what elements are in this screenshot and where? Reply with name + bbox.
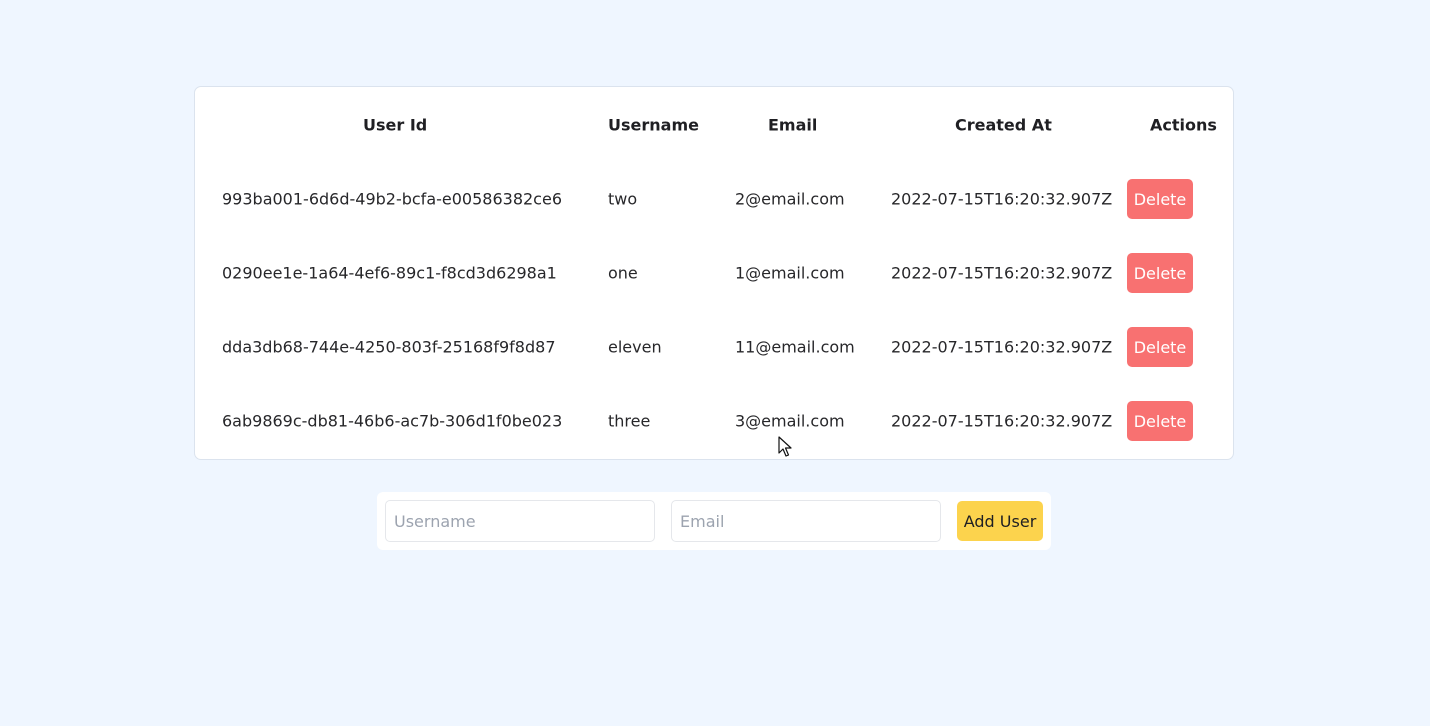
email-input[interactable] (671, 500, 941, 542)
username-cell: one (608, 263, 638, 283)
delete-button[interactable]: Delete (1127, 401, 1193, 441)
user-id-cell: 993ba001-6d6d-49b2-bcfa-e00586382ce6 (222, 189, 562, 209)
created-at-cell: 2022-07-15T16:20:32.907Z (891, 189, 1113, 209)
mouse-pointer-icon (778, 436, 792, 457)
page: User Id Username Email Created At Action… (0, 0, 1430, 726)
email-cell: 3@email.com (735, 411, 845, 431)
user-id-cell: 6ab9869c-db81-46b6-ac7b-306d1f0be023 (222, 411, 563, 431)
table-row: dda3db68-744e-4250-803f-25168f9f8d87 ele… (195, 327, 1233, 367)
created-at-cell: 2022-07-15T16:20:32.907Z (891, 411, 1113, 431)
add-user-button[interactable]: Add User (957, 501, 1043, 541)
header-actions: Actions (1150, 115, 1217, 135)
header-created-at: Created At (955, 115, 1052, 135)
add-user-form: Add User (377, 492, 1051, 550)
email-cell: 11@email.com (735, 337, 855, 357)
delete-button[interactable]: Delete (1127, 327, 1193, 367)
created-at-cell: 2022-07-15T16:20:32.907Z (891, 337, 1113, 357)
header-user-id: User Id (363, 115, 428, 135)
delete-button[interactable]: Delete (1127, 253, 1193, 293)
table-row: 0290ee1e-1a64-4ef6-89c1-f8cd3d6298a1 one… (195, 253, 1233, 293)
header-username: Username (608, 115, 699, 135)
table-row: 6ab9869c-db81-46b6-ac7b-306d1f0be023 thr… (195, 401, 1233, 441)
table-row: 993ba001-6d6d-49b2-bcfa-e00586382ce6 two… (195, 179, 1233, 219)
username-input[interactable] (385, 500, 655, 542)
username-cell: three (608, 411, 651, 431)
header-email: Email (768, 115, 818, 135)
user-id-cell: 0290ee1e-1a64-4ef6-89c1-f8cd3d6298a1 (222, 263, 557, 283)
user-id-cell: dda3db68-744e-4250-803f-25168f9f8d87 (222, 337, 556, 357)
username-cell: eleven (608, 337, 662, 357)
username-cell: two (608, 189, 638, 209)
email-cell: 2@email.com (735, 189, 845, 209)
email-cell: 1@email.com (735, 263, 845, 283)
users-table: User Id Username Email Created At Action… (194, 86, 1234, 460)
created-at-cell: 2022-07-15T16:20:32.907Z (891, 263, 1113, 283)
delete-button[interactable]: Delete (1127, 179, 1193, 219)
